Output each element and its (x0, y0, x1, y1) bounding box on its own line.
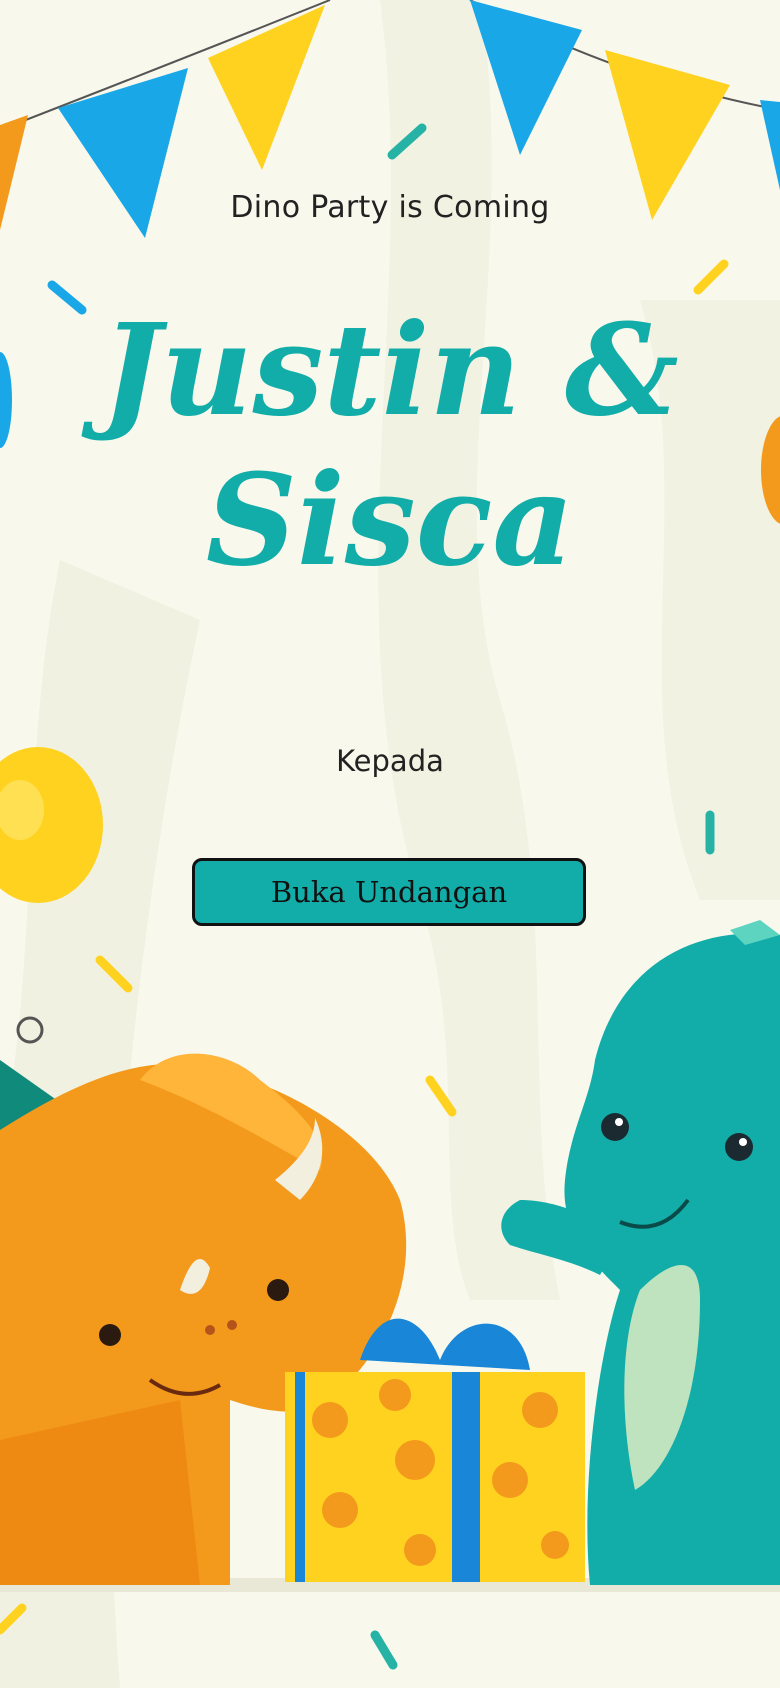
open-invitation-button[interactable]: Buka Undangan (192, 858, 586, 926)
invitation-cover: Dino Party is Coming Justin & Sisca Kepa… (0, 0, 780, 1688)
couple-names-line-2: Sisca (205, 446, 575, 594)
couple-names: Justin & Sisca (0, 295, 780, 595)
background-illustration (0, 0, 780, 1688)
invitation-subtitle: Dino Party is Coming (230, 190, 550, 225)
recipient-label: Kepada (336, 744, 444, 778)
couple-names-line-1: Justin & (101, 296, 679, 444)
